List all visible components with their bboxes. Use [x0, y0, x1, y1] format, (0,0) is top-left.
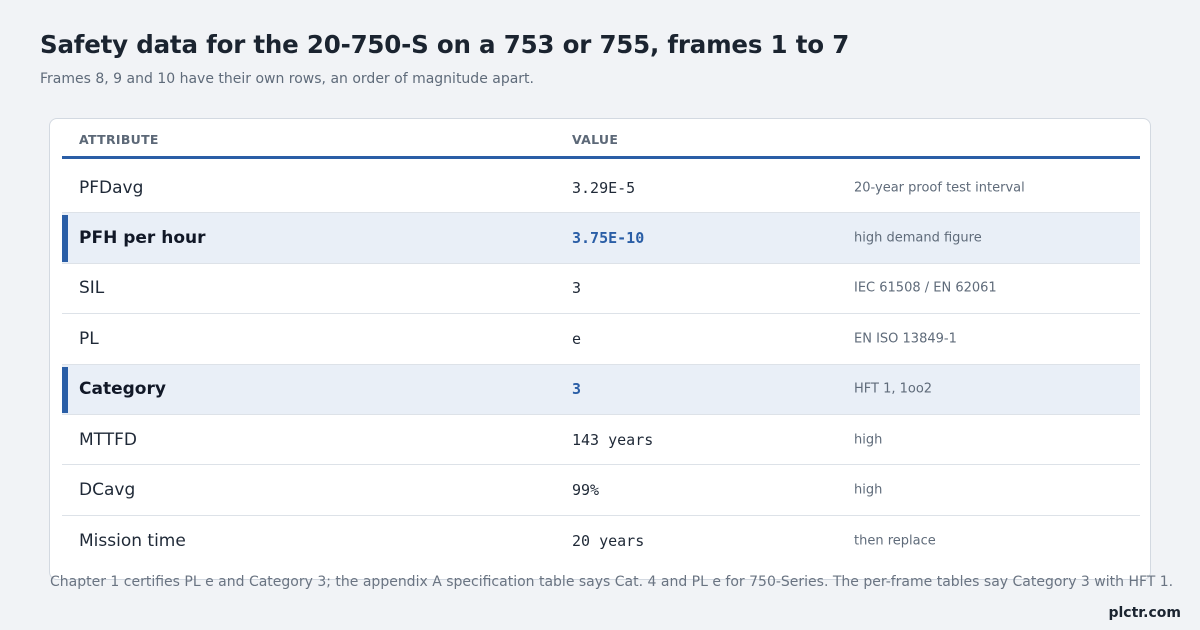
note-cell: high demand figure: [854, 230, 982, 246]
attribute-cell: DCavg: [79, 480, 136, 501]
value-cell: 20 years: [572, 531, 645, 550]
attribute-cell: Category: [79, 379, 166, 400]
page-title: Safety data for the 20-750-S on a 753 or…: [40, 30, 850, 59]
table-row: PL e EN ISO 13849-1: [62, 314, 1140, 365]
value-cell: 3.29E-5: [572, 178, 636, 197]
table-row: PFDavg 3.29E-5 20-year proof test interv…: [62, 163, 1140, 214]
value-cell: 3: [572, 279, 582, 298]
table-row: SIL 3 IEC 61508 / EN 62061: [62, 264, 1140, 315]
attribute-cell: SIL: [79, 278, 105, 299]
note-cell: HFT 1, 1oo2: [854, 381, 933, 397]
attribute-cell: MTTFD: [79, 429, 138, 450]
table-row: DCavg 99% high: [62, 465, 1140, 516]
table-header: ATTRIBUTE VALUE: [62, 119, 1140, 159]
value-cell: 143 years: [572, 430, 654, 449]
column-header-value: VALUE: [572, 132, 619, 147]
note-cell: EN ISO 13849-1: [854, 331, 957, 347]
attribute-cell: PL: [79, 328, 99, 349]
attribute-cell: Mission time: [79, 530, 186, 551]
value-cell: 3: [572, 380, 582, 399]
footnote: Chapter 1 certifies PL e and Category 3;…: [50, 574, 1174, 590]
note-cell: IEC 61508 / EN 62061: [854, 280, 997, 296]
page-subtitle: Frames 8, 9 and 10 have their own rows, …: [40, 71, 534, 87]
table-body: PFDavg 3.29E-5 20-year proof test interv…: [62, 163, 1140, 566]
note-cell: then replace: [854, 533, 936, 549]
safety-data-table: ATTRIBUTE VALUE PFDavg 3.29E-5 20-year p…: [49, 118, 1151, 580]
note-cell: high: [854, 482, 883, 498]
value-cell: 99%: [572, 481, 600, 500]
attribute-cell: PFH per hour: [79, 228, 206, 249]
column-header-attribute: ATTRIBUTE: [79, 132, 159, 147]
note-cell: high: [854, 432, 883, 448]
brand-logo[interactable]: plctr.com: [1108, 605, 1181, 621]
table-row: Category 3 HFT 1, 1oo2: [62, 364, 1140, 415]
note-cell: 20-year proof test interval: [854, 180, 1025, 196]
attribute-cell: PFDavg: [79, 177, 144, 198]
table-row: MTTFD 143 years high: [62, 415, 1140, 466]
table-row: Mission time 20 years then replace: [62, 516, 1140, 566]
value-cell: e: [572, 329, 582, 348]
table-row: PFH per hour 3.75E-10 high demand figure: [62, 213, 1140, 264]
value-cell: 3.75E-10: [572, 229, 645, 248]
